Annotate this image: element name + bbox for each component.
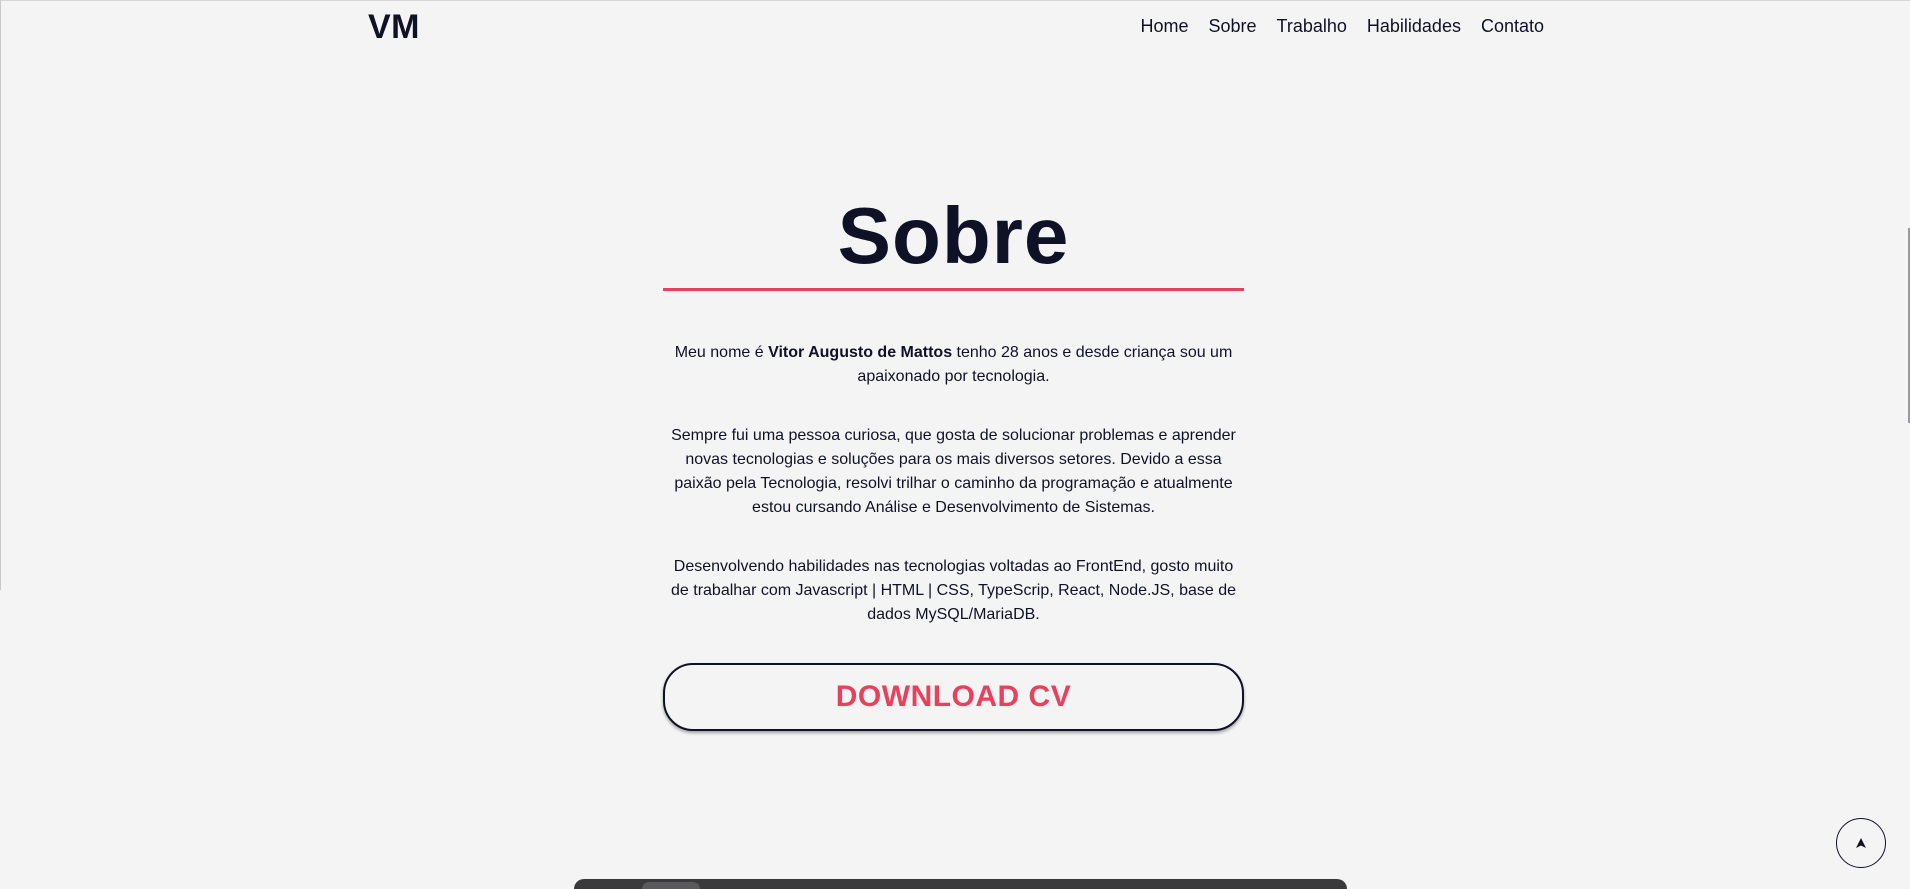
bottom-panel: [574, 879, 1347, 889]
site-header: VM Home Sobre Trabalho Habilidades Conta…: [0, 0, 1910, 54]
arrow-up-icon: [1856, 838, 1866, 848]
bottom-panel-tab[interactable]: [642, 882, 700, 889]
download-cv-button[interactable]: DOWNLOAD CV: [663, 663, 1244, 731]
main-nav: Home Sobre Trabalho Habilidades Contato: [1140, 16, 1544, 37]
nav-link-contato[interactable]: Contato: [1481, 16, 1544, 37]
author-name: Vitor Augusto de Mattos: [768, 344, 953, 361]
title-underline: [663, 288, 1244, 291]
about-section: Sobre Meu nome é Vitor Augusto de Mattos…: [663, 190, 1244, 731]
background-paragraph: Sempre fui uma pessoa curiosa, que gosta…: [671, 427, 1236, 516]
skills-paragraph: Desenvolvendo habilidades nas tecnologia…: [671, 558, 1236, 623]
logo[interactable]: VM: [368, 8, 420, 47]
scroll-to-top-button[interactable]: [1836, 818, 1886, 868]
nav-link-habilidades[interactable]: Habilidades: [1367, 16, 1461, 37]
intro-paragraph: Meu nome é Vitor Augusto de Mattos tenho…: [667, 341, 1241, 389]
section-title: Sobre: [837, 191, 1070, 280]
nav-link-trabalho[interactable]: Trabalho: [1277, 16, 1347, 37]
intro-text-start: Meu nome é: [674, 344, 769, 361]
left-border: [0, 0, 1, 590]
nav-link-home[interactable]: Home: [1140, 16, 1188, 37]
nav-link-sobre[interactable]: Sobre: [1208, 16, 1256, 37]
